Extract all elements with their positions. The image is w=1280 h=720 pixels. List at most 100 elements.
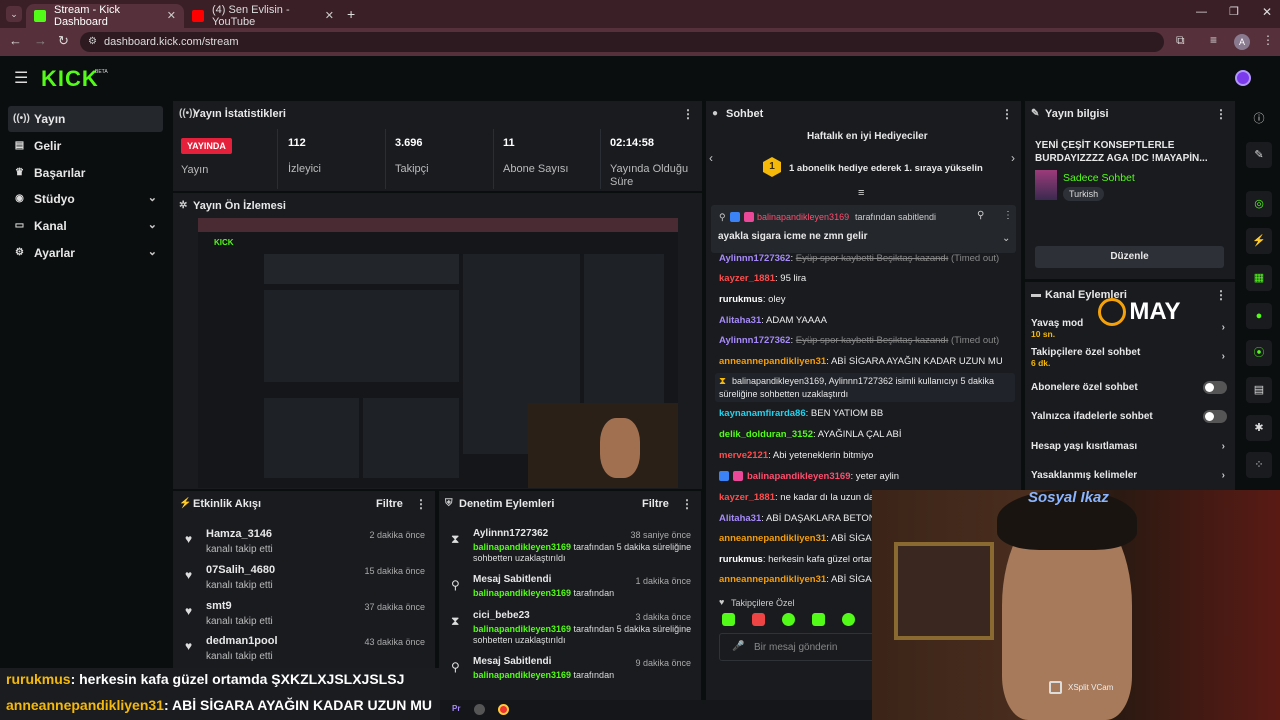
sidebar-item-kanal[interactable]: ▭ Kanal ⌄ [8, 213, 163, 239]
followers-chat-row[interactable]: Takipçilere özel sohbet 6 dk. › [1031, 347, 1227, 368]
mod-title[interactable]: Mesaj Sabitlendi [473, 574, 551, 585]
obs-app-icon[interactable] [474, 704, 485, 715]
close-tab-icon[interactable]: ✕ [167, 9, 176, 22]
clip-icon[interactable]: ◎ [1246, 191, 1272, 217]
layout-icon[interactable]: ▤ [1246, 377, 1272, 403]
broadcast-icon[interactable]: ⦿ [1246, 340, 1272, 366]
chat-user[interactable]: anneannepandikliyen31 [719, 574, 826, 585]
plugins-icon[interactable]: ⁘ [1246, 452, 1272, 478]
info-icon[interactable]: ⓘ [1246, 106, 1272, 132]
filter-button[interactable]: Filtre [376, 498, 403, 510]
activity-user[interactable]: smt9 [206, 600, 232, 612]
restore-icon[interactable]: ❐ [1229, 5, 1239, 18]
sidebar-item-ayarlar[interactable]: ⚙ Ayarlar ⌄ [8, 240, 163, 266]
tab-search-icon[interactable]: ⌄ [6, 6, 22, 22]
chat-user[interactable]: balinapandikleyen3169 [747, 471, 851, 482]
sidebar-item-gelir[interactable]: ▤ Gelir [8, 133, 163, 159]
filter-button[interactable]: Filtre [642, 498, 669, 510]
followers-only-label: Takipçilere Özel [731, 598, 795, 608]
browser-menu-icon[interactable]: ⋮ [1262, 33, 1274, 47]
emote-icon[interactable] [812, 613, 825, 626]
more-options-icon[interactable]: ⋮ [1215, 107, 1227, 121]
premiere-app-icon[interactable]: Pr [452, 704, 460, 713]
reload-icon[interactable]: ↻ [58, 33, 69, 49]
minimize-icon[interactable]: — [1196, 6, 1207, 18]
banned-words-row[interactable]: Yasaklanmış kelimeler › [1031, 470, 1227, 481]
extensions-icon[interactable]: ⧉ [1176, 33, 1185, 48]
sidebar-item-basarilar[interactable]: ♛ Başarılar [8, 160, 163, 186]
profile-avatar[interactable]: A [1234, 34, 1250, 50]
chevron-left-icon[interactable]: ‹ [709, 151, 713, 165]
mod-by-user[interactable]: balinapandikleyen3169 [473, 624, 571, 634]
chat-user[interactable]: rurukmus [719, 294, 763, 305]
chat-user[interactable]: Alitaha31 [719, 315, 761, 326]
unpin-icon[interactable]: ⚲ [977, 210, 984, 221]
chat-user[interactable]: Alitaha31 [719, 513, 761, 524]
more-options-icon[interactable]: ⋮ [415, 497, 427, 511]
mod-by-user[interactable]: balinapandikleyen3169 [473, 542, 571, 552]
hamburger-menu-icon[interactable]: ☰ [14, 68, 28, 88]
category-link[interactable]: Sadece Sohbet [1063, 172, 1135, 184]
chat-filter-icon[interactable]: ≡ [858, 187, 864, 199]
activity-user[interactable]: 07Salih_4680 [206, 564, 275, 576]
sidebar-item-yayin[interactable]: ((•)) Yayın [8, 106, 163, 132]
emote-icon[interactable] [842, 613, 855, 626]
emote-icon[interactable] [782, 613, 795, 626]
wrench-icon[interactable]: ✱ [1246, 415, 1272, 441]
chat-user[interactable]: anneannepandikliyen31 [719, 356, 826, 367]
pinned-user[interactable]: balinapandikleyen3169 [757, 212, 849, 222]
more-options-icon[interactable]: ⋮ [682, 107, 694, 121]
chat-user[interactable]: delik_dolduran_3152 [719, 429, 813, 440]
more-options-icon[interactable]: ⋮ [1215, 288, 1227, 302]
url-input[interactable]: ⚙ dashboard.kick.com/stream [80, 32, 1164, 52]
chat-user[interactable]: kayzer_1881 [719, 273, 775, 284]
user-avatar[interactable] [1235, 70, 1251, 86]
close-tab-icon[interactable]: ✕ [325, 9, 334, 22]
mic-icon[interactable]: 🎤 [732, 641, 744, 652]
browser-tab-youtube[interactable]: (4) Sen Evlisin - YouTube ✕ [184, 4, 342, 28]
chrome-app-icon[interactable] [498, 704, 509, 715]
emote-chat-toggle[interactable] [1203, 410, 1227, 423]
more-options-icon[interactable]: ⋮ [1001, 107, 1013, 121]
mod-title[interactable]: Mesaj Sabitlendi [473, 656, 551, 667]
mod-title[interactable]: cici_bebe23 [473, 610, 530, 621]
media-control-icon[interactable]: ≡ [1210, 33, 1217, 47]
back-icon[interactable]: ← [9, 33, 22, 48]
divider [600, 129, 601, 189]
chat-user[interactable]: anneannepandikliyen31 [719, 533, 826, 544]
mod-by-user[interactable]: balinapandikleyen3169 [473, 588, 571, 598]
account-age-row[interactable]: Hesap yaşı kısıtlaması › [1031, 441, 1227, 452]
more-options-icon[interactable]: ⋮ [681, 497, 693, 511]
chevron-right-icon[interactable]: › [1011, 151, 1015, 165]
category-thumbnail[interactable] [1035, 170, 1057, 200]
forward-icon[interactable]: → [34, 33, 47, 48]
new-tab-icon[interactable]: + [347, 6, 355, 22]
chevron-down-icon[interactable]: ⌄ [1002, 233, 1010, 244]
sidebar-item-studyo[interactable]: ◉ Stüdyo ⌄ [8, 186, 163, 212]
activity-user[interactable]: dedman1pool [206, 635, 278, 647]
chat-user[interactable]: rurukmus [719, 554, 763, 565]
site-info-icon[interactable]: ⚙ [88, 32, 97, 52]
chat-bubble-icon[interactable]: ● [1246, 303, 1272, 329]
edit-button[interactable]: Düzenle [1035, 246, 1224, 268]
activity-user[interactable]: Hamza_3146 [206, 528, 272, 540]
lightning-icon[interactable]: ⚡ [1246, 228, 1272, 254]
chat-user[interactable]: kayzer_1881 [719, 492, 775, 503]
chat-user[interactable]: Aylinnn1727362 [719, 253, 790, 264]
emote-icon[interactable] [722, 613, 735, 626]
browser-tab-kick[interactable]: Stream - Kick Dashboard ✕ [26, 4, 184, 28]
chat-user[interactable]: kaynanamfirarda86 [719, 408, 806, 419]
chat-user[interactable]: merve2121 [719, 450, 768, 461]
chat-user[interactable]: Aylinnn1727362 [719, 335, 790, 346]
poll-icon[interactable]: ▦ [1246, 265, 1272, 291]
mod-by-user[interactable]: balinapandikleyen3169 [473, 670, 571, 680]
subs-chat-toggle[interactable] [1203, 381, 1227, 394]
stream-preview-video[interactable]: KICK [198, 218, 678, 488]
panel-header: ⛨ Denetim Eylemleri Filtre ⋮ [439, 491, 701, 517]
emote-icon[interactable] [752, 613, 765, 626]
edit-icon[interactable]: ✎ [1246, 142, 1272, 168]
kick-logo[interactable]: KICK [41, 66, 99, 92]
mod-title[interactable]: Aylinnn1727362 [473, 528, 548, 539]
close-window-icon[interactable]: ✕ [1262, 5, 1272, 19]
more-options-icon[interactable]: ⋮ [1003, 210, 1013, 221]
